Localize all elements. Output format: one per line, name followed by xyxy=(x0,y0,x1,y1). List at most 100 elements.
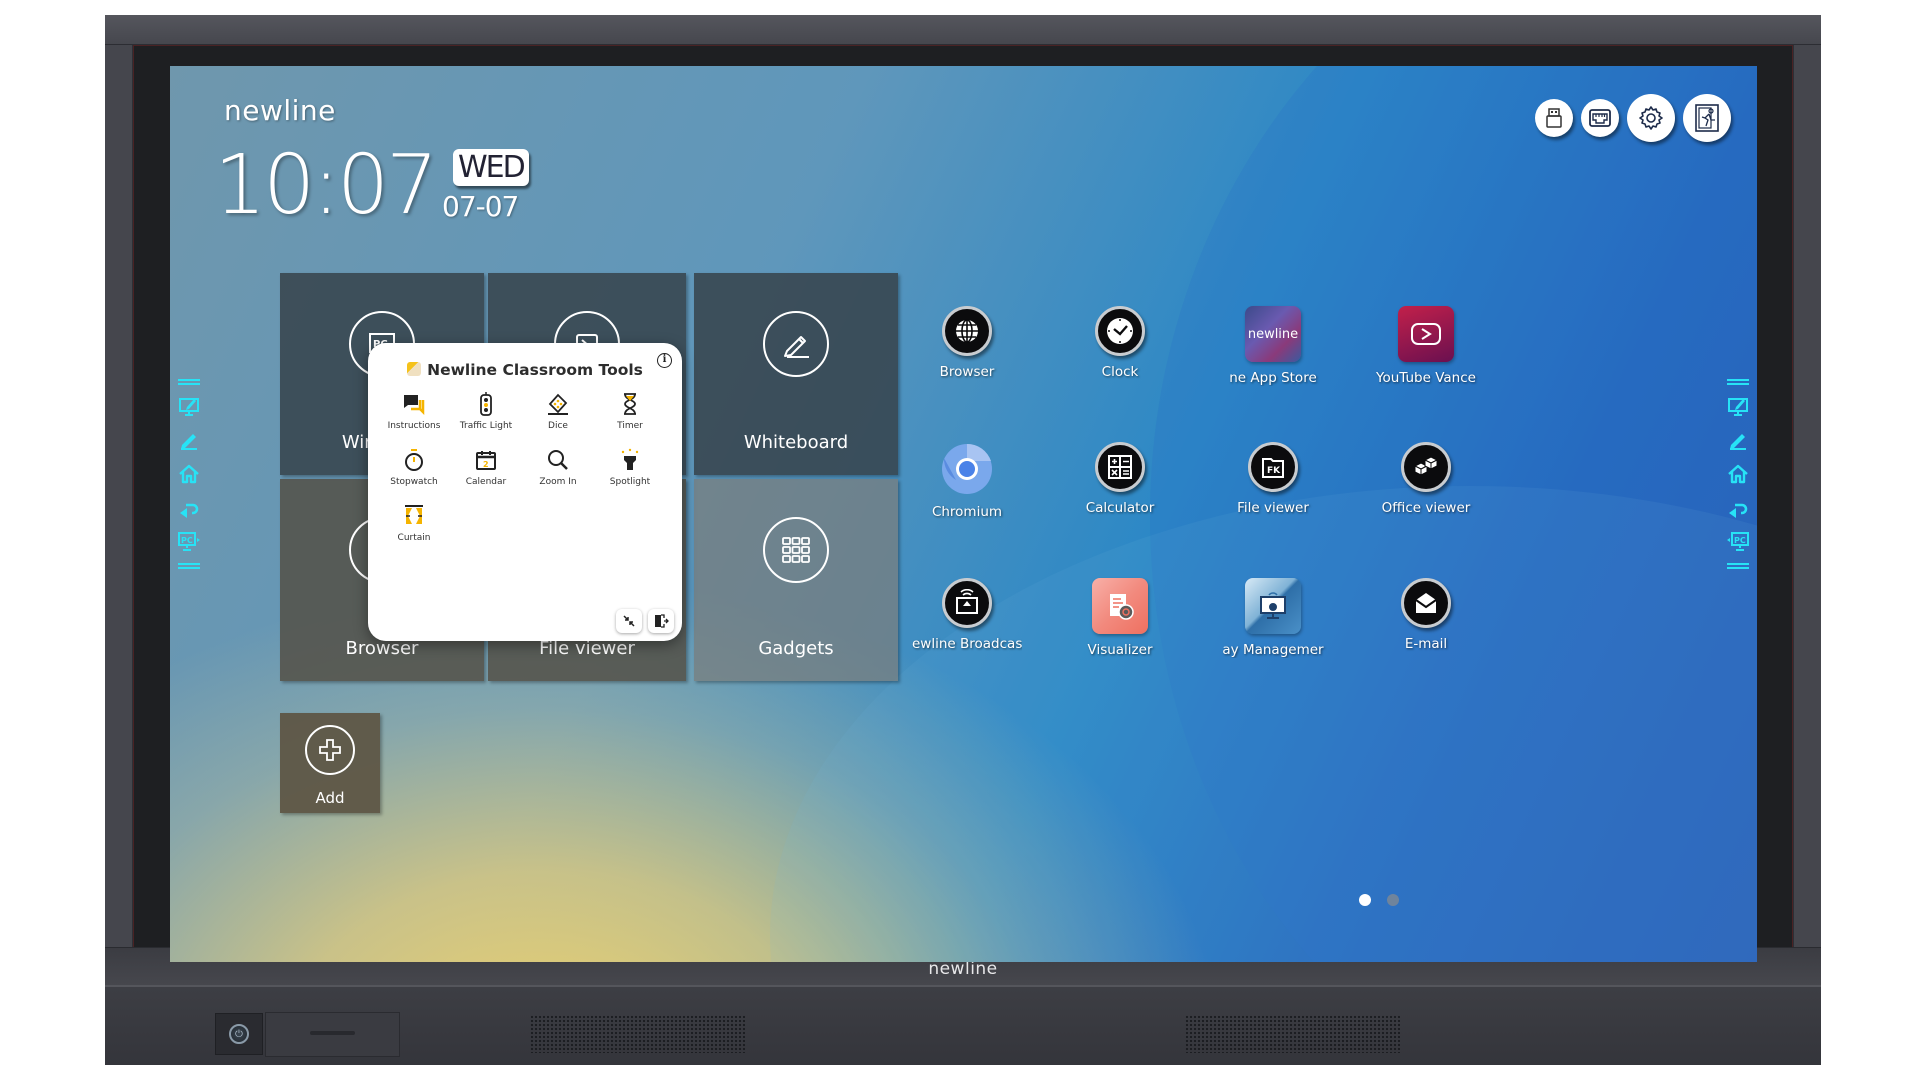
tool-calendar[interactable]: 2 Calendar xyxy=(450,447,522,495)
page-dot-1[interactable] xyxy=(1359,894,1371,906)
day-badge: WED xyxy=(453,149,529,186)
tool-traffic-light[interactable]: Traffic Light xyxy=(450,391,522,439)
sidebar-left-pen[interactable] xyxy=(176,427,202,453)
tool-stopwatch[interactable]: Stopwatch xyxy=(378,447,450,495)
page-dot-2[interactable] xyxy=(1387,894,1399,906)
bezel-right xyxy=(1793,45,1821,985)
sidebar-right: PC xyxy=(1725,379,1751,569)
app-visualizer[interactable]: Visualizer xyxy=(1060,578,1180,658)
visualizer-icon xyxy=(1092,578,1148,634)
usb-icon xyxy=(1546,108,1562,128)
store-icon-text: newline xyxy=(1247,326,1299,342)
tile-label: Gadgets xyxy=(758,638,834,659)
annotate-screen-icon xyxy=(1728,398,1748,416)
app-email[interactable]: E-mail xyxy=(1366,578,1486,652)
tool-label: Traffic Light xyxy=(459,421,513,431)
sidebar-left-pc[interactable]: PC xyxy=(176,529,202,555)
power-button[interactable]: ⏻ xyxy=(229,1024,249,1044)
app-file-viewer[interactable]: FK File viewer xyxy=(1213,442,1333,516)
app-clock[interactable]: Clock xyxy=(1060,306,1180,380)
sidebar-right-home[interactable] xyxy=(1725,461,1751,487)
top-status-icons xyxy=(1535,94,1731,142)
settings-gear-icon xyxy=(1639,106,1663,130)
tile-gadgets[interactable]: Gadgets xyxy=(694,479,898,681)
tile-whiteboard[interactable]: Whiteboard xyxy=(694,273,898,475)
magnifier-icon xyxy=(545,447,571,473)
exit-tools-button[interactable] xyxy=(648,609,674,633)
tool-instructions[interactable]: Instructions xyxy=(378,391,450,439)
tool-label: Timer xyxy=(617,421,643,431)
app-calculator[interactable]: Calculator xyxy=(1060,442,1180,516)
tool-label: Instructions xyxy=(387,421,441,431)
pc-source-icon: PC xyxy=(178,532,200,551)
network-button[interactable] xyxy=(1581,99,1619,137)
youtube-icon xyxy=(1398,306,1454,362)
office-viewer-icon xyxy=(1401,442,1451,492)
app-office-viewer[interactable]: Office viewer xyxy=(1366,442,1486,516)
pencil-icon xyxy=(763,311,829,377)
app-label: Calculator xyxy=(1085,500,1155,516)
sidebar-left-drag-handle-top[interactable] xyxy=(178,379,200,385)
date-text: 07-07 xyxy=(442,190,519,223)
stopwatch-icon xyxy=(401,447,427,473)
sidebar-right-pc[interactable]: PC xyxy=(1725,529,1751,555)
door-exit-icon xyxy=(655,614,669,628)
app-label: YouTube Vance xyxy=(1376,370,1476,386)
classroom-tools-popup: Newline Classroom Tools i Instructions T… xyxy=(368,343,682,641)
home-screen: newline 10:07 WED 07-07 PC PC Whiteboard… xyxy=(170,66,1757,962)
traffic-light-icon xyxy=(473,391,499,417)
ethernet-icon xyxy=(1589,109,1611,127)
sidebar-right-annotate[interactable] xyxy=(1725,393,1751,419)
app-label: Office viewer xyxy=(1381,500,1471,516)
tile-add[interactable]: Add xyxy=(280,713,380,813)
app-youtube-vanced[interactable]: YouTube Vance xyxy=(1366,306,1486,386)
minimize-button[interactable] xyxy=(616,609,642,633)
app-store[interactable]: newline ne App Store xyxy=(1213,306,1333,386)
exit-button[interactable] xyxy=(1683,94,1731,142)
sidebar-left-back[interactable] xyxy=(176,495,202,521)
home-icon xyxy=(179,464,199,484)
app-newline-broadcast[interactable]: ewline Broadcas xyxy=(907,578,1027,652)
sidebar-right-pen[interactable] xyxy=(1725,427,1751,453)
plus-icon xyxy=(305,725,355,775)
port-cover[interactable] xyxy=(265,1012,400,1057)
info-button[interactable]: i xyxy=(657,353,672,368)
tool-label: Stopwatch xyxy=(390,477,438,487)
sidebar-right-back[interactable] xyxy=(1725,495,1751,521)
brand-logo: newline xyxy=(224,94,336,127)
pc-source-icon: PC xyxy=(1727,532,1749,551)
speaker-grille-right xyxy=(1185,1015,1400,1053)
sidebar-right-drag-handle-top[interactable] xyxy=(1727,379,1749,385)
tool-label: Curtain xyxy=(397,533,431,543)
app-browser[interactable]: Browser xyxy=(907,306,1027,380)
app-label: Clock xyxy=(1101,364,1139,380)
app-label: E-mail xyxy=(1404,636,1448,652)
settings-button[interactable] xyxy=(1627,94,1675,142)
sidebar-right-drag-handle-bottom[interactable] xyxy=(1727,563,1749,569)
tile-label: Whiteboard xyxy=(743,432,849,453)
tool-timer[interactable]: Timer xyxy=(594,391,666,439)
tool-zoom-in[interactable]: Zoom In xyxy=(522,447,594,495)
sidebar-left-home[interactable] xyxy=(176,461,202,487)
back-icon xyxy=(1729,503,1748,518)
globe-icon xyxy=(942,306,992,356)
app-label: Visualizer xyxy=(1087,642,1153,658)
home-icon xyxy=(1728,464,1748,484)
bezel-bottom: ⏻ xyxy=(105,985,1821,1065)
sidebar-left-annotate[interactable] xyxy=(176,393,202,419)
usb-button[interactable] xyxy=(1535,99,1573,137)
popup-title-text: Newline Classroom Tools xyxy=(427,361,643,379)
tool-label: Calendar xyxy=(465,477,507,487)
sidebar-left-drag-handle-bottom[interactable] xyxy=(178,563,200,569)
clock-icon xyxy=(1095,306,1145,356)
tool-dice[interactable]: Dice xyxy=(522,391,594,439)
app-chromium[interactable]: Chromium xyxy=(907,442,1027,520)
app-display-management[interactable]: ay Managemer xyxy=(1213,578,1333,658)
tool-spotlight[interactable]: Spotlight xyxy=(594,447,666,495)
tool-curtain[interactable]: Curtain xyxy=(378,503,450,551)
grid-icon xyxy=(763,517,829,583)
hourglass-icon xyxy=(617,391,643,417)
file-viewer-icon: FK xyxy=(1248,442,1298,492)
svg-text:PC: PC xyxy=(181,536,193,545)
tool-label: Spotlight xyxy=(609,477,651,487)
